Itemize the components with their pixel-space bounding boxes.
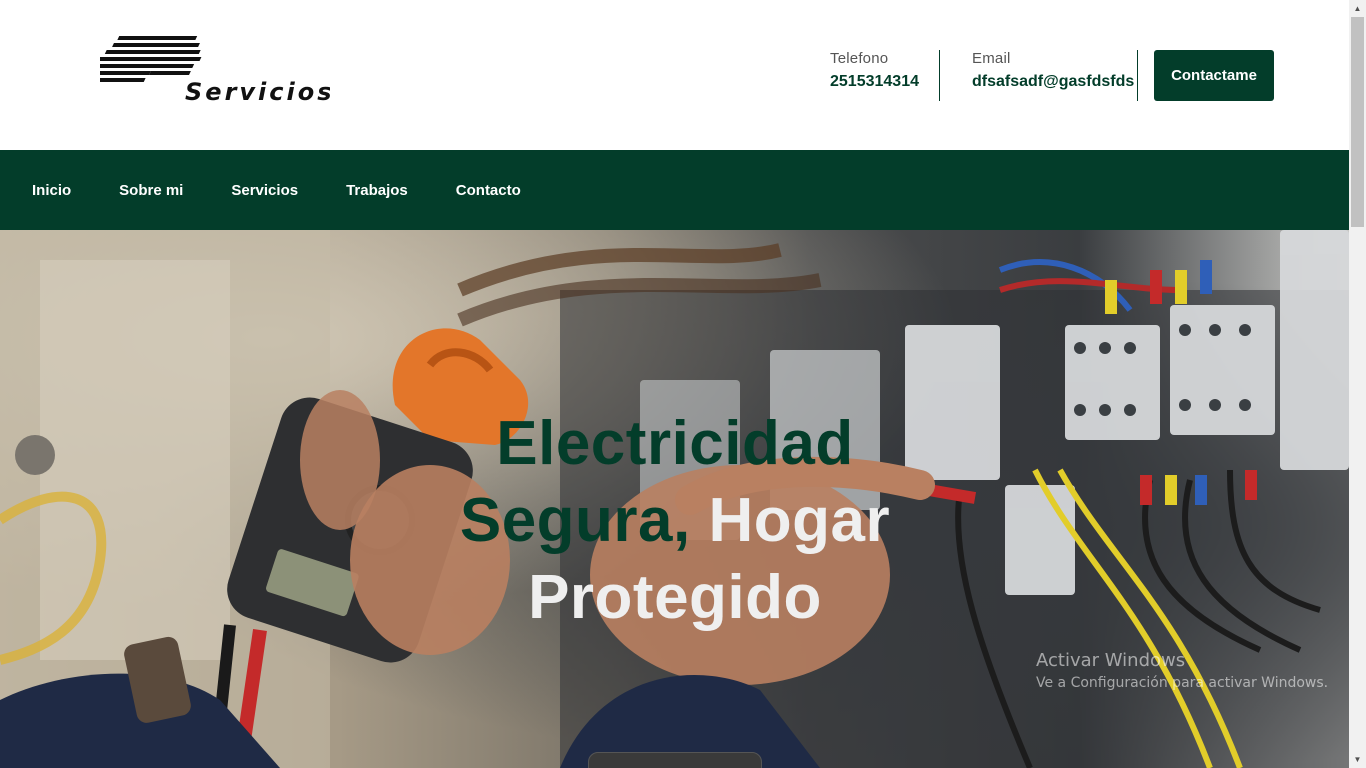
divider <box>939 50 940 101</box>
watermark-title: Activar Windows <box>1036 650 1186 671</box>
scroll-down-arrow-icon[interactable]: ▼ <box>1349 751 1366 768</box>
contact-button[interactable]: Contactame <box>1154 50 1274 101</box>
nav-item-servicios[interactable]: Servicios <box>231 182 298 199</box>
scroll-up-arrow-icon[interactable]: ▲ <box>1349 0 1366 17</box>
page: Servicios Telefono 2515314314 Email dfsa… <box>0 0 1366 768</box>
nav-item-sobre-mi[interactable]: Sobre mi <box>119 182 183 199</box>
hero-banner: Electricidad Segura, Hogar Protegido Act… <box>0 230 1349 768</box>
site-header: Servicios Telefono 2515314314 Email dfsa… <box>0 0 1349 150</box>
divider <box>1137 50 1138 101</box>
phone-info: Telefono 2515314314 <box>830 50 919 100</box>
phone-value[interactable]: 2515314314 <box>830 73 919 91</box>
hero-title: Electricidad Segura, Hogar Protegido <box>440 405 910 636</box>
windows-activation-watermark: Activar Windows Ve a Configuración para … <box>1036 650 1328 691</box>
email-label: Email <box>972 50 1011 67</box>
site-logo[interactable]: Servicios <box>83 30 332 106</box>
svg-text:Servicios: Servicios <box>185 78 330 105</box>
phone-label: Telefono <box>830 50 889 67</box>
nav-item-trabajos[interactable]: Trabajos <box>346 182 408 199</box>
watermark-subtitle: Ve a Configuración para activar Windows. <box>1036 675 1329 691</box>
hero-title-part: Segura, <box>459 486 691 555</box>
hero-title-part: Protegido <box>528 563 822 632</box>
hero-title-part: Electricidad <box>496 409 854 478</box>
logo-graphic: Servicios <box>83 36 332 106</box>
scroll-thumb[interactable] <box>1351 17 1364 227</box>
floating-toolbar[interactable] <box>588 752 762 768</box>
vertical-scrollbar[interactable]: ▲ ▼ <box>1349 0 1366 768</box>
nav-item-contacto[interactable]: Contacto <box>456 182 521 199</box>
hero-title-part: Hogar <box>708 486 891 555</box>
main-nav: Inicio Sobre mi Servicios Trabajos Conta… <box>0 150 1349 230</box>
email-value[interactable]: dfsafsadf@gasfdsfds <box>972 73 1134 91</box>
nav-item-inicio[interactable]: Inicio <box>32 182 71 199</box>
email-info: Email dfsafsadf@gasfdsfds <box>972 50 1134 100</box>
